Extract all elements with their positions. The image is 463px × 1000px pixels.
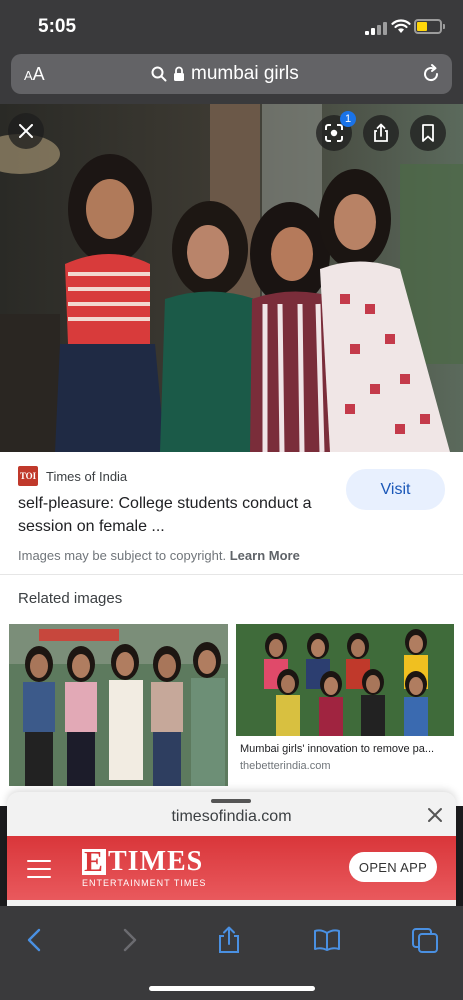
result-title[interactable]: self-pleasure: College students conduct … xyxy=(18,492,328,538)
learn-more-link[interactable]: Learn More xyxy=(230,548,300,563)
reload-icon[interactable] xyxy=(420,63,442,85)
url-text: mumbai girls xyxy=(191,63,299,84)
books-icon xyxy=(314,929,340,951)
forward-button[interactable] xyxy=(114,924,146,956)
back-icon xyxy=(27,928,41,952)
open-app-button[interactable]: OPEN APP xyxy=(349,852,437,882)
close-icon[interactable] xyxy=(426,806,444,824)
bookmark-button[interactable] xyxy=(410,115,446,151)
related-image-2[interactable] xyxy=(236,624,454,736)
url-display[interactable]: mumbai girls xyxy=(151,63,299,85)
back-button[interactable] xyxy=(18,924,50,956)
bookmark-icon xyxy=(422,124,434,142)
source-row[interactable]: TOI Times of India xyxy=(18,466,127,486)
source-logo: TOI xyxy=(18,466,38,486)
wifi-icon xyxy=(391,19,411,33)
copyright-text: Images may be subject to copyright. xyxy=(18,548,227,563)
etimes-logo[interactable]: E TIMES ENTERTAINMENT TIMES xyxy=(82,848,206,888)
related-photo-2 xyxy=(236,624,454,736)
menu-icon[interactable] xyxy=(27,860,51,884)
lens-notification-badge: 1 xyxy=(340,111,356,127)
share-icon xyxy=(374,123,388,142)
related-image-2-caption[interactable]: Mumbai girls' innovation to remove pa... xyxy=(240,743,452,755)
hero-image[interactable] xyxy=(0,104,463,452)
share-icon xyxy=(219,926,239,953)
etimes-logo-sub: ENTERTAINMENT TIMES xyxy=(82,878,207,888)
lens-icon xyxy=(325,124,343,142)
related-photo-1 xyxy=(9,624,228,786)
divider xyxy=(0,574,463,575)
page-preview-sheet[interactable]: timesofindia.com E TIMES ENTERTAINMENT TI… xyxy=(7,792,456,912)
result-info: TOI Times of India self-pleasure: Colleg… xyxy=(0,452,463,576)
reader-aa-button[interactable]: AA xyxy=(24,64,45,85)
related-image-1[interactable] xyxy=(9,624,228,786)
status-time: 5:05 xyxy=(38,16,77,37)
related-images-section: Related images Mumbai girls' innovation … xyxy=(0,576,463,806)
signal-icon xyxy=(365,22,387,35)
copyright-notice: Images may be subject to copyright. Lear… xyxy=(18,548,300,563)
sheet-domain: timesofindia.com xyxy=(171,808,292,825)
sheet-grabber[interactable] xyxy=(211,799,251,803)
etimes-logo-text: TIMES xyxy=(108,846,204,877)
bookmarks-button[interactable] xyxy=(311,924,343,956)
browser-top-chrome: 5:05 AA mumbai girls xyxy=(0,0,463,104)
forward-icon xyxy=(123,928,137,952)
battery-icon xyxy=(414,19,445,34)
visit-button[interactable]: Visit xyxy=(346,469,445,510)
home-indicator[interactable] xyxy=(149,986,315,991)
close-icon xyxy=(19,124,33,138)
etimes-header: E TIMES ENTERTAINMENT TIMES OPEN APP xyxy=(7,836,456,900)
hero-photo xyxy=(0,104,463,452)
related-image-2-domain: thebetterindia.com xyxy=(240,760,331,772)
address-bar[interactable]: AA mumbai girls xyxy=(11,54,452,94)
browser-toolbar xyxy=(0,906,463,1000)
share-button[interactable] xyxy=(363,115,399,151)
search-icon xyxy=(151,66,167,82)
etimes-logo-letter: E xyxy=(82,849,106,877)
close-button[interactable] xyxy=(8,113,44,149)
related-images-heading: Related images xyxy=(18,590,123,607)
lock-icon xyxy=(174,66,184,81)
tabs-icon xyxy=(412,928,438,953)
tabs-button[interactable] xyxy=(409,924,441,956)
share-button-toolbar[interactable] xyxy=(213,924,245,956)
source-name: Times of India xyxy=(46,468,128,484)
